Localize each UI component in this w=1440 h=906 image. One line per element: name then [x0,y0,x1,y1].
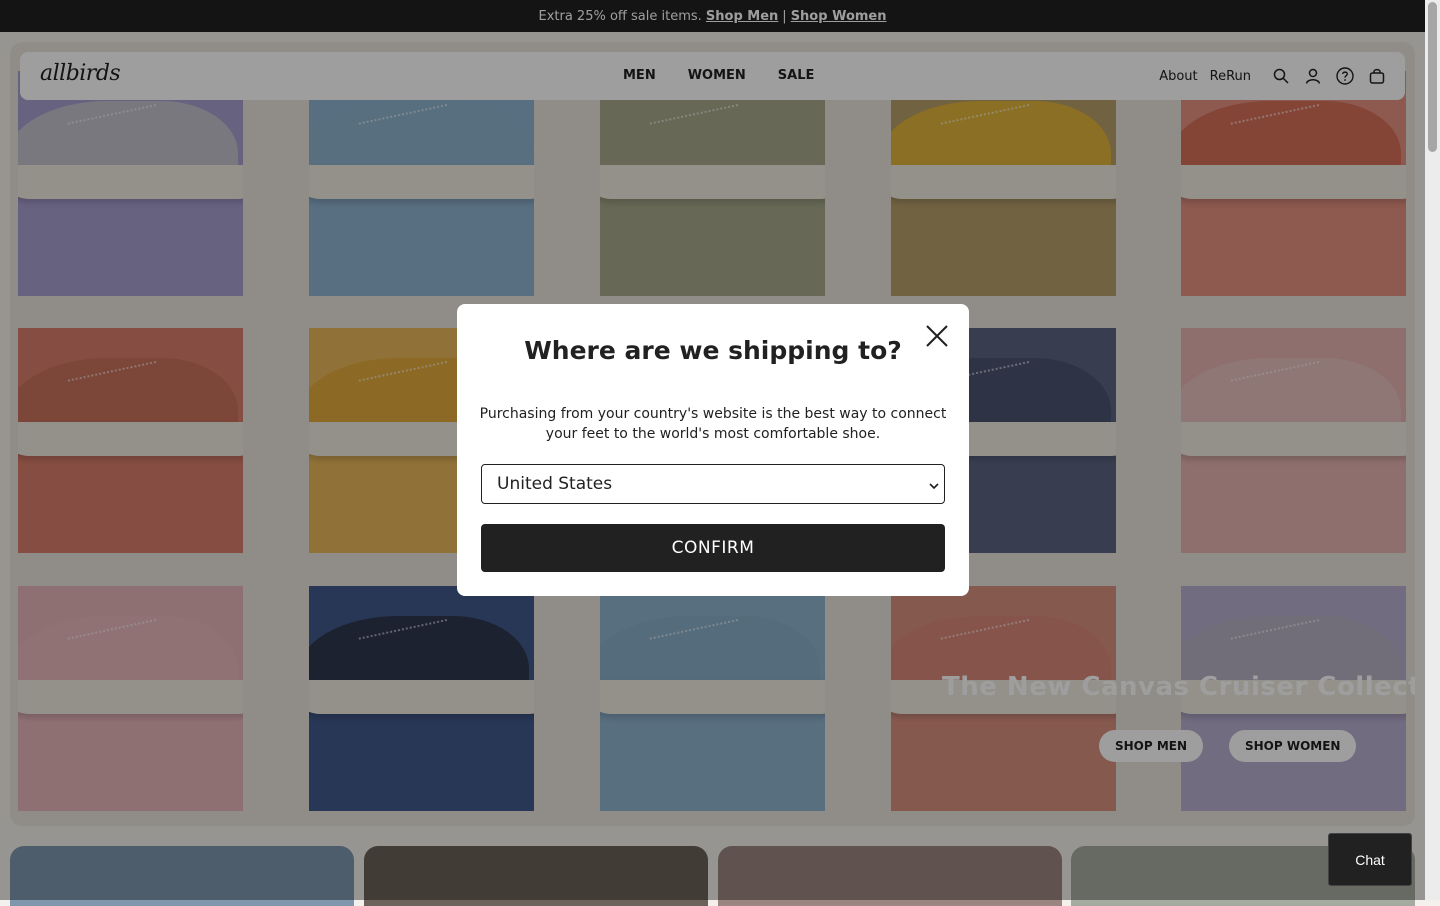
chat-button[interactable]: Chat [1328,833,1412,886]
scrollbar-thumb[interactable] [1428,2,1437,152]
modal-description: Purchasing from your country's website i… [479,406,947,442]
confirm-button[interactable]: CONFIRM [481,524,945,572]
country-select-value: United States [497,474,613,494]
shipping-country-modal: Where are we shipping to? Purchasing fro… [457,304,969,596]
close-icon[interactable] [923,322,951,350]
modal-title: Where are we shipping to? [524,336,902,365]
chevron-down-icon [928,477,940,490]
country-select[interactable]: United States [481,464,945,504]
page-scrollbar[interactable] [1425,0,1440,900]
